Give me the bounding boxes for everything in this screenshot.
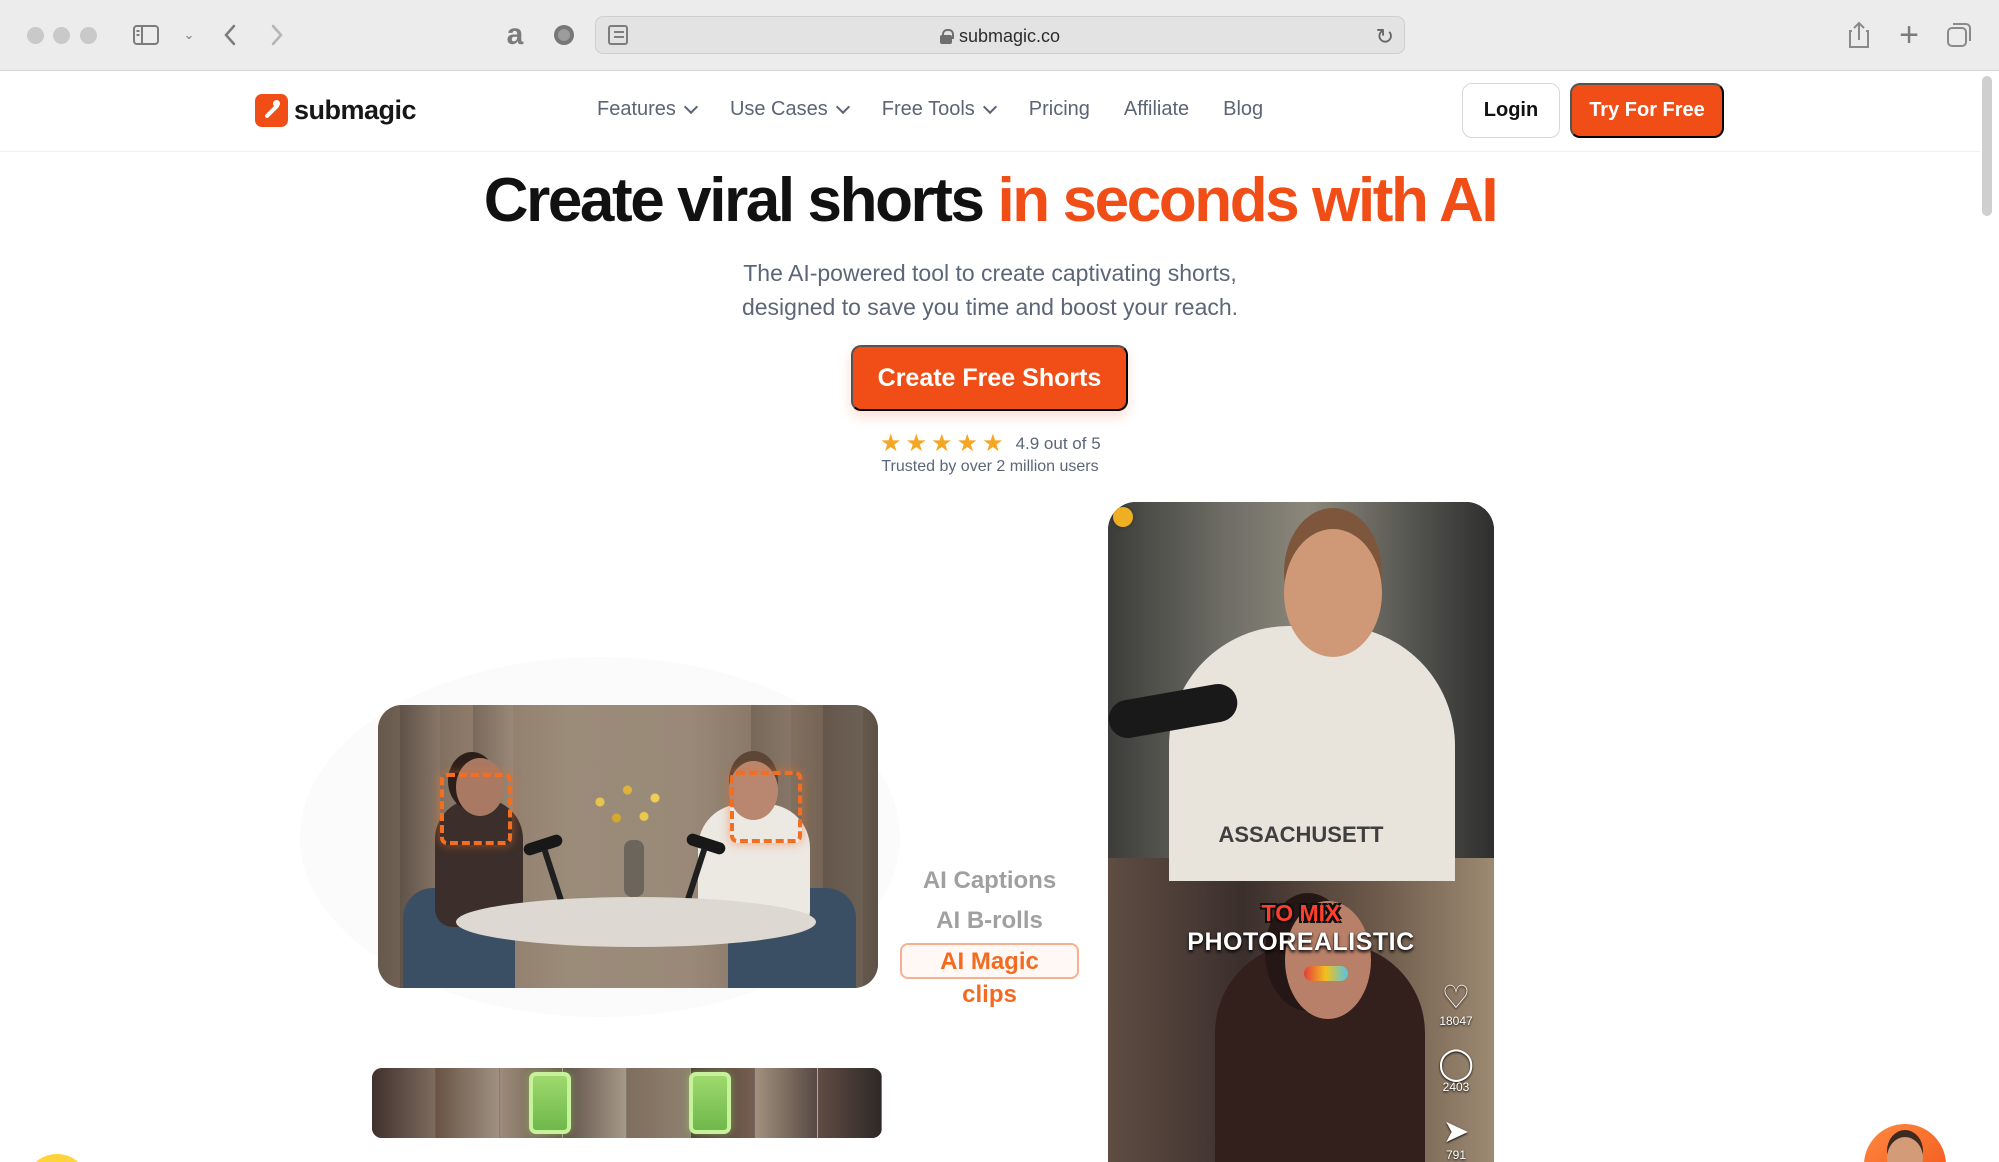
vertical-scrollbar[interactable]: [1982, 76, 1992, 216]
chevron-down-icon[interactable]: ⌄: [172, 18, 206, 52]
selected-clip-marker[interactable]: [529, 1072, 571, 1134]
comment-count: 2403: [1442, 1080, 1470, 1094]
create-free-shorts-button[interactable]: Create Free Shorts: [851, 345, 1128, 411]
feature-ai-magic-clips[interactable]: AI Magic clips: [900, 943, 1079, 1008]
comment-icon: ◯: [1438, 1045, 1474, 1081]
rating-text: 4.9 out of 5: [1015, 434, 1101, 453]
brand-name: submagic: [294, 95, 417, 125]
clip-timeline: [372, 1068, 882, 1138]
nav-affiliate[interactable]: Affiliate: [1124, 98, 1189, 121]
support-chat-avatar[interactable]: [1864, 1124, 1946, 1162]
sidebar-icon[interactable]: [129, 18, 163, 52]
nav-use-cases[interactable]: Use Cases: [730, 98, 850, 121]
highlight-caption: TO MIX: [1261, 900, 1341, 926]
trusted-users-text: Trusted by over 2 million users: [881, 458, 1099, 475]
browser-toolbar: ⌄ a submagic.co ↻ +: [0, 0, 1999, 71]
star-icon: ★: [905, 430, 928, 457]
heart-icon: ♡: [1441, 979, 1471, 1015]
close-window-button[interactable]: [27, 27, 44, 44]
nav-pricing[interactable]: Pricing: [1029, 98, 1090, 121]
rating-summary: ★ ★ ★ ★ ★ 4.9 out of 5: [880, 432, 1101, 456]
nav-features[interactable]: Features: [597, 98, 699, 121]
comment-action[interactable]: ◯ 2403: [1436, 1046, 1476, 1094]
back-icon[interactable]: [213, 18, 247, 52]
face-tracking-box: [440, 773, 512, 845]
checkmark-icon[interactable]: ✓: [25, 1154, 89, 1162]
minimize-window-button[interactable]: [53, 27, 70, 44]
hero-subtitle-line-1: The AI-powered tool to create captivatin…: [743, 260, 1237, 286]
feature-list: AI Captions AI B-rolls AI Magic clips: [900, 861, 1079, 1008]
forward-icon[interactable]: [260, 18, 294, 52]
hero-title-main: Create viral shorts: [483, 166, 985, 235]
hero-title-accent: in seconds with AI: [997, 166, 1498, 235]
star-icon: ★: [931, 430, 953, 457]
share-icon[interactable]: [1842, 18, 1876, 52]
login-button[interactable]: Login: [1462, 83, 1560, 138]
selected-clip-marker[interactable]: [689, 1072, 731, 1134]
try-for-free-button[interactable]: Try For Free: [1570, 83, 1724, 138]
hero-subtitle: The AI-powered tool to create captivatin…: [0, 256, 1980, 324]
amazon-icon[interactable]: a: [498, 18, 532, 52]
star-icon: ★: [956, 430, 979, 457]
record-icon[interactable]: [547, 18, 581, 52]
flowers-image: [578, 770, 688, 850]
share-count: 791: [1445, 1148, 1467, 1162]
video-caption: PHOTOREALISTIC: [1187, 928, 1415, 956]
maximize-window-button[interactable]: [80, 27, 97, 44]
chevron-down-icon: [835, 99, 850, 114]
like-count: 18047: [1439, 1014, 1473, 1028]
plus-icon[interactable]: +: [1892, 16, 1926, 54]
chevron-down-icon: [683, 99, 699, 114]
nav-free-tools[interactable]: Free Tools: [882, 98, 997, 121]
feature-ai-captions[interactable]: AI Captions: [900, 861, 1079, 901]
address-bar[interactable]: submagic.co ↻: [595, 16, 1405, 54]
short-video-preview: ASSACHUSETT TO MIX PHOTOREALISTIC ♡ 18047…: [1108, 502, 1494, 1162]
share-action[interactable]: ➤ 791: [1436, 1114, 1476, 1162]
shirt-text: ASSACHUSETT: [1218, 822, 1384, 847]
sticker-icon: [1113, 507, 1133, 527]
table-image: [456, 897, 816, 947]
tabs-icon[interactable]: [1942, 18, 1976, 52]
face-tracking-box: [730, 771, 802, 843]
hero-subtitle-line-2: designed to save you time and boost your…: [741, 294, 1239, 320]
web-page: submagic Features Use Cases Free Tools P…: [0, 72, 1980, 1162]
main-navigation: Features Use Cases Free Tools Pricing Af…: [597, 98, 1263, 121]
hero-title: Create viral shorts in seconds with AI: [0, 165, 1980, 236]
chevron-down-icon: [982, 99, 997, 114]
brand-logo[interactable]: submagic: [255, 94, 417, 127]
site-header: submagic Features Use Cases Free Tools P…: [0, 72, 1980, 152]
emoji-sticker-icon: [1304, 966, 1348, 981]
reload-icon[interactable]: ↻: [1376, 24, 1394, 50]
star-icon: ★: [982, 430, 1004, 457]
address-text: submagic.co: [958, 26, 1061, 46]
nav-blog[interactable]: Blog: [1223, 98, 1263, 121]
feature-ai-b-rolls[interactable]: AI B-rolls: [900, 901, 1079, 941]
browser-window: ⌄ a submagic.co ↻ + submagic Features Us…: [0, 0, 1999, 1162]
magic-wand-icon: [255, 94, 288, 127]
star-icon: ★: [880, 430, 902, 457]
vase-image: [624, 840, 644, 897]
send-icon: ➤: [1442, 1113, 1470, 1149]
lock-icon: [939, 29, 954, 44]
podcast-preview-image: [378, 705, 878, 988]
like-action[interactable]: ♡ 18047: [1436, 980, 1476, 1028]
